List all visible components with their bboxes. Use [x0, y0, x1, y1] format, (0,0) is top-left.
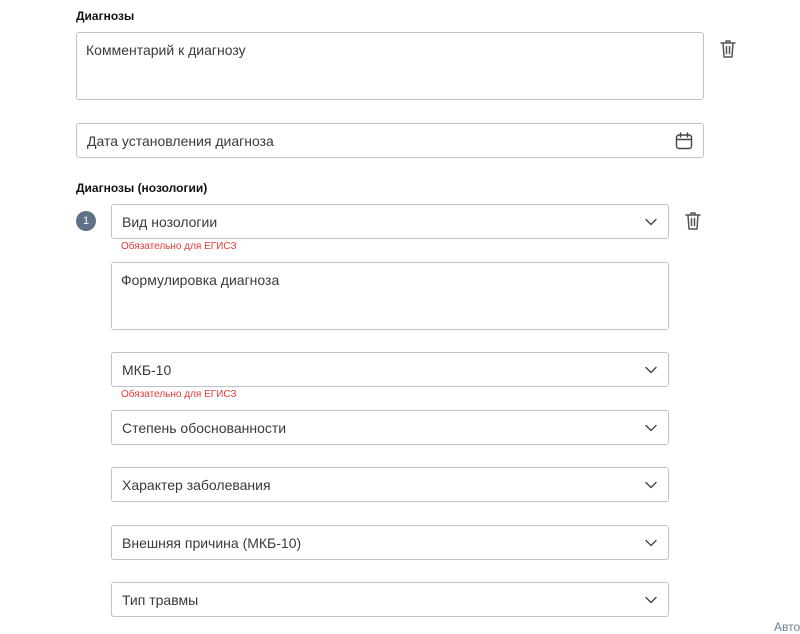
- icd10-required-note: Обязательно для ЕГИСЗ: [121, 389, 237, 400]
- nosology-type-required-note: Обязательно для ЕГИСЗ: [121, 241, 237, 252]
- icd10-label: МКБ-10: [122, 361, 172, 378]
- diagnosis-formulation-textarea[interactable]: Формулировка диагноза: [111, 262, 669, 330]
- chevron-down-icon: [645, 596, 657, 603]
- corner-truncated-link[interactable]: Авто: [774, 620, 800, 634]
- chevron-down-icon: [645, 539, 657, 546]
- validity-degree-select[interactable]: Степень обоснованности: [111, 410, 669, 445]
- calendar-icon[interactable]: [675, 131, 693, 150]
- chevron-down-icon: [645, 218, 657, 225]
- diagnosis-date-field[interactable]: Дата установления диагноза: [76, 123, 704, 158]
- external-cause-select[interactable]: Внешняя причина (МКБ-10): [111, 525, 669, 560]
- chevron-down-icon: [645, 424, 657, 431]
- diagnoses-title: Диагнозы: [76, 9, 135, 23]
- nosology-type-label: Вид нозологии: [122, 213, 218, 230]
- nosology-index-badge: 1: [76, 211, 96, 231]
- icd10-select[interactable]: МКБ-10: [111, 352, 669, 387]
- validity-degree-label: Степень обоснованности: [122, 419, 287, 436]
- diagnosis-comment-placeholder: Комментарий к диагнозу: [86, 42, 246, 58]
- trash-icon[interactable]: [683, 210, 703, 232]
- diagnosis-date-placeholder: Дата установления диагноза: [87, 132, 274, 149]
- disease-character-select[interactable]: Характер заболевания: [111, 467, 669, 502]
- chevron-down-icon: [645, 481, 657, 488]
- injury-type-select[interactable]: Тип травмы: [111, 582, 669, 617]
- diagnosis-comment-textarea[interactable]: Комментарий к диагнозу: [76, 32, 704, 100]
- injury-type-label: Тип травмы: [122, 591, 199, 608]
- nosology-type-select[interactable]: Вид нозологии: [111, 204, 669, 239]
- nosologies-title: Диагнозы (нозологии): [76, 181, 208, 195]
- diagnosis-formulation-placeholder: Формулировка диагноза: [121, 272, 280, 288]
- trash-icon[interactable]: [718, 38, 738, 60]
- disease-character-label: Характер заболевания: [122, 476, 271, 493]
- external-cause-label: Внешняя причина (МКБ-10): [122, 534, 302, 551]
- chevron-down-icon: [645, 366, 657, 373]
